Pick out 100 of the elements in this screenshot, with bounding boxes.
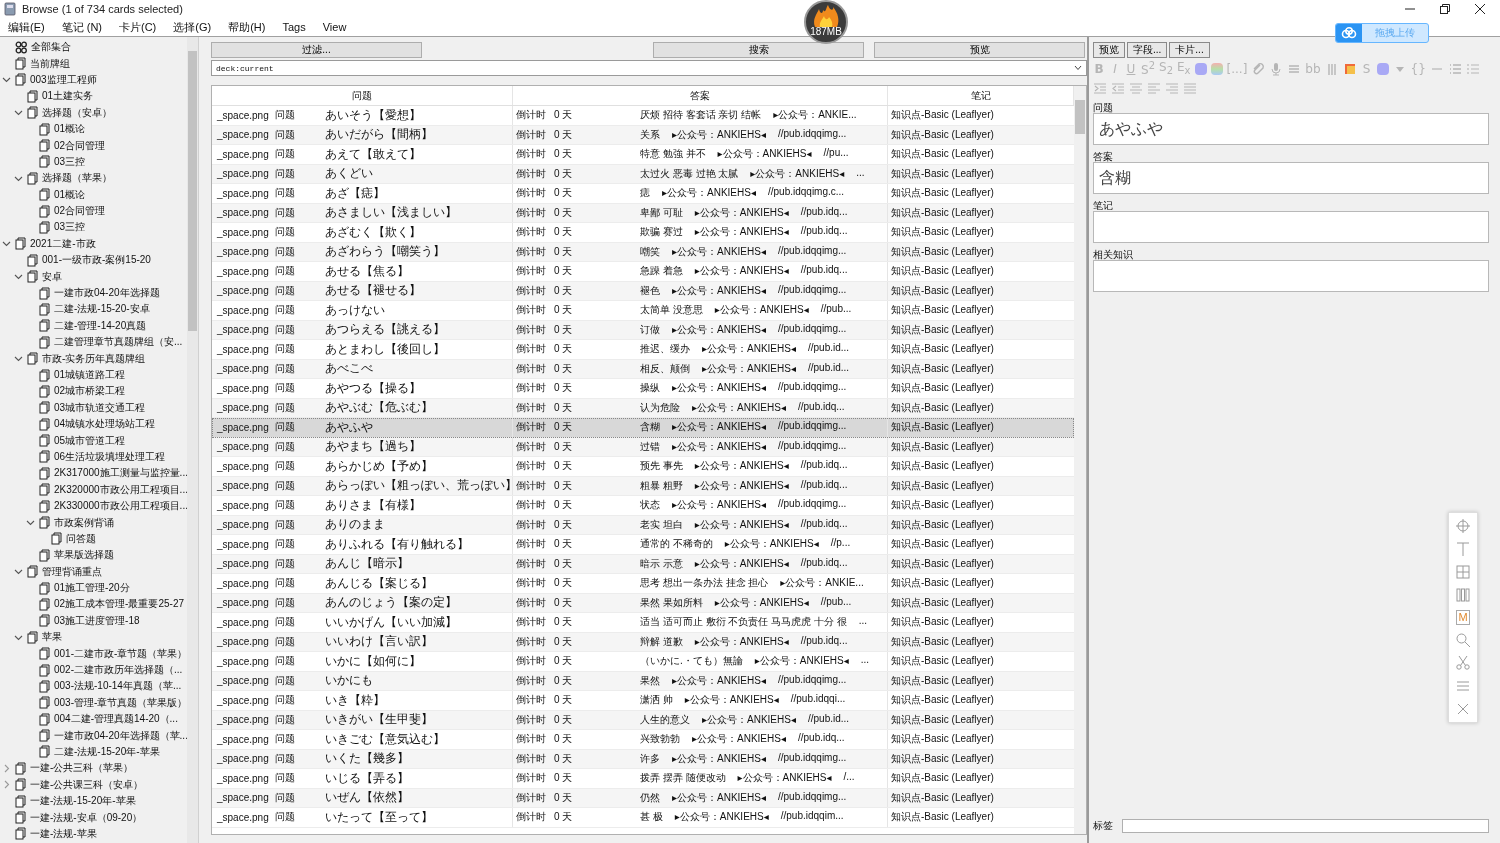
search-icon[interactable] (1455, 632, 1471, 648)
deck-item[interactable]: 004二建-管理真题14-20（... (54, 712, 178, 727)
restore-icon[interactable] (1439, 3, 1451, 15)
table-row[interactable]: _space.png 问题 いきごむ【意気込む】 倒计时 0 天 兴致勃勃 ▸公众号：ANKIEHS◂ //pub.idq... 知识点-Basic (Leaflyer) (212, 730, 1074, 750)
table-row[interactable]: _space.png 问题 あんじる【案じる】 倒计时 0 天 思考 想出一条办法 挂念 担心 ▸公众号：ANKIE... 知识点-Basic (Leaflyer) (212, 574, 1074, 594)
deck-item[interactable]: 01概论 (54, 122, 86, 137)
editor-button[interactable]: 卡片... (1169, 42, 1210, 58)
deck-item[interactable]: 03城市轨道交通工程 (54, 400, 146, 415)
deck-item[interactable]: 02合同管理 (54, 204, 106, 219)
deck-item[interactable]: 02城市桥梁工程 (54, 384, 126, 399)
table-row[interactable]: _space.png 问题 あっけない 倒计时 0 天 太简单 没意思 ▸公众号：ANKIEHS◂ //pub... 知识点-Basic (Leaflyer) (212, 301, 1074, 321)
table-row[interactable]: _space.png 问题 あやつる【操る】 倒计时 0 天 操纵 ▸公众号：ANKIEHS◂ //pub.idqqimg... 知识点-Basic (Leaflyer) (212, 379, 1074, 399)
deck-item[interactable]: 管理背诵重点 (42, 564, 102, 579)
scrollbar[interactable] (1074, 86, 1086, 834)
grid-icon[interactable] (1455, 564, 1471, 580)
table-row[interactable]: _space.png 问题 あいだがら【間柄】 倒计时 0 天 关系 ▸公众号：ANKIEHS◂ //pub.idqqimg... 知识点-Basic (Leaflyer) (212, 125, 1074, 145)
table-row[interactable]: _space.png 问题 いくた【幾多】 倒计时 0 天 许多 ▸公众号：ANKIEHS◂ //pub.idqqimg... 知识点-Basic (Leaflyer) (212, 749, 1074, 769)
scrollbar[interactable] (187, 37, 198, 843)
deck-item[interactable]: 苹果版选择题 (54, 548, 114, 563)
table-row[interactable]: _space.png 问题 あさましい【浅ましい】 倒计时 0 天 卑鄙 可耻 ▸公众号：ANKIEHS◂ //pub.idq... 知识点-Basic (Leaflyer) (212, 203, 1074, 223)
align-justify-icon[interactable] (1183, 80, 1197, 95)
deck-item[interactable]: 市政案例背诵 (54, 515, 114, 530)
deck-item[interactable]: 03三控 (54, 154, 86, 169)
deck-item[interactable]: 一建-公共课三科（安卓） (30, 777, 144, 792)
editor-button[interactable]: 预览 (1093, 42, 1125, 58)
deck-item[interactable]: 二建-管理-14-20真题 (54, 318, 147, 333)
input-field[interactable]: 含糊 (1093, 162, 1489, 194)
deck-item[interactable]: 003监理工程师 (30, 72, 97, 87)
deck-item[interactable]: 选择题（苹果） (42, 171, 112, 186)
deck-item[interactable]: 02合同管理 (54, 138, 106, 153)
deck-item[interactable]: 01土建实务 (42, 89, 94, 104)
table-row[interactable]: _space.png 问题 あざ【痣】 倒计时 0 天 痣 ▸公众号：ANKIEHS◂ //pub.idqqimg.c... 知识点-Basic (Leaflyer) (212, 184, 1074, 204)
scissors-icon[interactable] (1455, 655, 1471, 671)
deck-item[interactable]: 03施工进度管理-18 (54, 613, 140, 628)
filter-button[interactable]: 过滤... (211, 42, 422, 58)
table-row[interactable]: _space.png 问题 あざむく【欺く】 倒计时 0 天 欺骗 赛过 ▸公众号：ANKIEHS◂ //pub.idq... 知识点-Basic (Leaflyer) (212, 223, 1074, 243)
table-row[interactable]: _space.png 问题 いぜん【依然】 倒计时 0 天 仍然 ▸公众号：ANKIEHS◂ //pub.idqqimg... 知识点-Basic (Leaflyer) (212, 788, 1074, 808)
table-row[interactable]: _space.png 问题 ありのまま 倒计时 0 天 老实 坦白 ▸公众号：ANKIEHS◂ //pub.idq... 知识点-Basic (Leaflyer) (212, 515, 1074, 535)
columns-icon[interactable] (1455, 587, 1471, 603)
outdent-icon[interactable] (1111, 80, 1125, 95)
table-row[interactable]: _space.png 问题 あせる【褪せる】 倒计时 0 天 褪色 ▸公众号：ANKIEHS◂ //pub.idqqimg... 知识点-Basic (Leaflyer) (212, 281, 1074, 301)
deck-item[interactable]: 一建-法规-15-20年-苹果 (30, 794, 136, 809)
deck-item[interactable]: 03三控 (54, 220, 86, 235)
deck-item[interactable]: 选择题（安卓） (42, 105, 112, 120)
deck-item[interactable]: 2K320000市政公用工程项目... (54, 482, 187, 497)
table-row[interactable]: _space.png 问题 いかに【如何に】 倒计时 0 天 （いかに.・ても）無論 ▸公众号：ANKIEHS◂ ... 知识点-Basic (Leaflyer) (212, 652, 1074, 672)
deck-item[interactable]: 01施工管理-20分 (54, 581, 130, 596)
deck-item[interactable]: 问答题 (66, 531, 96, 546)
deck-item[interactable]: 安卓 (42, 269, 62, 284)
bullet-list-icon[interactable] (1447, 61, 1462, 76)
deck-item[interactable]: 02施工成本管理-最重要25-27 (54, 597, 185, 612)
search-button[interactable]: 搜索 (653, 42, 864, 58)
indent-icon[interactable] (1093, 80, 1107, 95)
align-right-icon[interactable] (1165, 80, 1179, 95)
table-row[interactable]: _space.png 问题 いかにも 倒计时 0 天 果然 ▸公众号：ANKIEHS◂ //pub.idqqimg... 知识点-Basic (Leaflyer) (212, 671, 1074, 691)
table-row[interactable]: _space.png 问题 あらっぽい【粗っぽい、荒っぽい】倒计时 0 天 粗暴 粗野 ▸公众号：ANKIEHS◂ //pub.idq... 知识点-Basic (Leaflyer) (212, 476, 1074, 496)
input-field[interactable]: あやふや (1093, 113, 1489, 145)
tags-field[interactable] (1122, 819, 1489, 833)
image-icon[interactable] (1342, 61, 1357, 76)
deck-item[interactable]: 003-法规-10-14年真题（苹... (54, 679, 182, 694)
t-shape-icon[interactable] (1455, 541, 1471, 557)
menu-icon[interactable] (1455, 678, 1471, 694)
menu-item[interactable]: 笔记 (N) (59, 19, 104, 35)
deck-item[interactable]: 一建-公共三科（苹果） (30, 761, 134, 776)
align-left-icon[interactable] (1147, 80, 1161, 95)
editor-button[interactable]: 字段... (1127, 42, 1168, 58)
menu-item[interactable]: View (320, 21, 349, 33)
table-row[interactable]: _space.png 问题 あとまわし【後回し】 倒计时 0 天 推迟、缓办 ▸公众号：ANKIEHS◂ //pub.id... 知识点-Basic (Leaflyer) (212, 340, 1074, 360)
table-row[interactable]: _space.png 问题 あべこべ 倒计时 0 天 相反、颠倒 ▸公众号：ANKIEHS◂ //pub.id... 知识点-Basic (Leaflyer) (212, 359, 1074, 379)
deck-item[interactable]: 二建-法规-15-20年-苹果 (54, 745, 160, 759)
menu-item[interactable]: 帮助(H) (226, 19, 268, 35)
table-row[interactable]: _space.png 问题 いいわけ【言い訳】 倒计时 0 天 辩解 道歉 ▸公众号：ANKIEHS◂ //pub.idq... 知识点-Basic (Leaflyer) (212, 632, 1074, 652)
column-header[interactable]: 问题 (212, 86, 513, 105)
close-icon[interactable] (1474, 3, 1486, 15)
deck-item[interactable]: 当前牌组 (30, 56, 70, 71)
table-row[interactable]: _space.png 问题 あくどい 倒计时 0 天 太过火 恶毒 过艳 太腻 ▸公众号：ANKIEHS◂ ... 知识点-Basic (Leaflyer) (212, 164, 1074, 184)
table-row[interactable]: _space.png 问题 あいそう【愛想】 倒计时 0 天 厌烦 招待 客套话 亲切 结帐 ▸公众号：ANKIE... 知识点-Basic (Leaflyer) (212, 106, 1074, 126)
deck-item[interactable]: 05城市管道工程 (54, 433, 126, 448)
input-field[interactable] (1093, 211, 1489, 243)
deck-item[interactable]: 全部集合 (31, 40, 71, 55)
color-swatch[interactable] (1194, 62, 1207, 75)
highlight-swatch[interactable] (1210, 62, 1223, 75)
table-row[interactable]: _space.png 问题 ありさま【有様】 倒计时 0 天 状态 ▸公众号：ANKIEHS◂ //pub.idqqimg... 知识点-Basic (Leaflyer) (212, 496, 1074, 516)
color-swatch[interactable] (1376, 62, 1389, 75)
search-field[interactable]: deck:current (211, 60, 1087, 76)
menu-item[interactable]: 编辑(E) (6, 19, 47, 35)
deck-item[interactable]: 01概论 (54, 187, 86, 202)
numbered-list-icon[interactable] (1465, 61, 1480, 76)
align-center-icon[interactable] (1129, 80, 1143, 95)
column-header[interactable]: 答案 (513, 86, 888, 105)
table-row[interactable]: _space.png 问题 あやふや 倒计时 0 天 含糊 ▸公众号：ANKIEHS◂ //pub.idqqimg... 知识点-Basic (Leaflyer) (212, 418, 1074, 438)
table-row[interactable]: _space.png 问题 あせる【焦る】 倒计时 0 天 急躁 着急 ▸公众号：ANKIEHS◂ //pub.idq... 知识点-Basic (Leaflyer) (212, 262, 1074, 282)
deck-item[interactable]: 一建市政04-20年选择题（苹... (54, 728, 187, 743)
menu-item[interactable]: 卡片(C) (117, 19, 159, 35)
deck-item[interactable]: 一建-法规-安卓（09-20） (30, 810, 143, 825)
menu-item[interactable]: 选择(G) (171, 19, 214, 35)
table-row[interactable]: _space.png 问题 あざわらう【嘲笑う】 倒计时 0 天 嘲笑 ▸公众号：ANKIEHS◂ //pub.idqqimg... 知识点-Basic (Leaflyer) (212, 242, 1074, 262)
deck-item[interactable]: 一建市政04-20年选择题 (54, 286, 160, 301)
table-row[interactable]: _space.png 问题 いじる【弄る】 倒计时 0 天 拨弄 摆弄 随便改动 ▸公众号：ANKIEHS◂ /... 知识点-Basic (Leaflyer) (212, 769, 1074, 789)
deck-item[interactable]: 003-管理-章节真题（苹果版） (54, 695, 187, 710)
